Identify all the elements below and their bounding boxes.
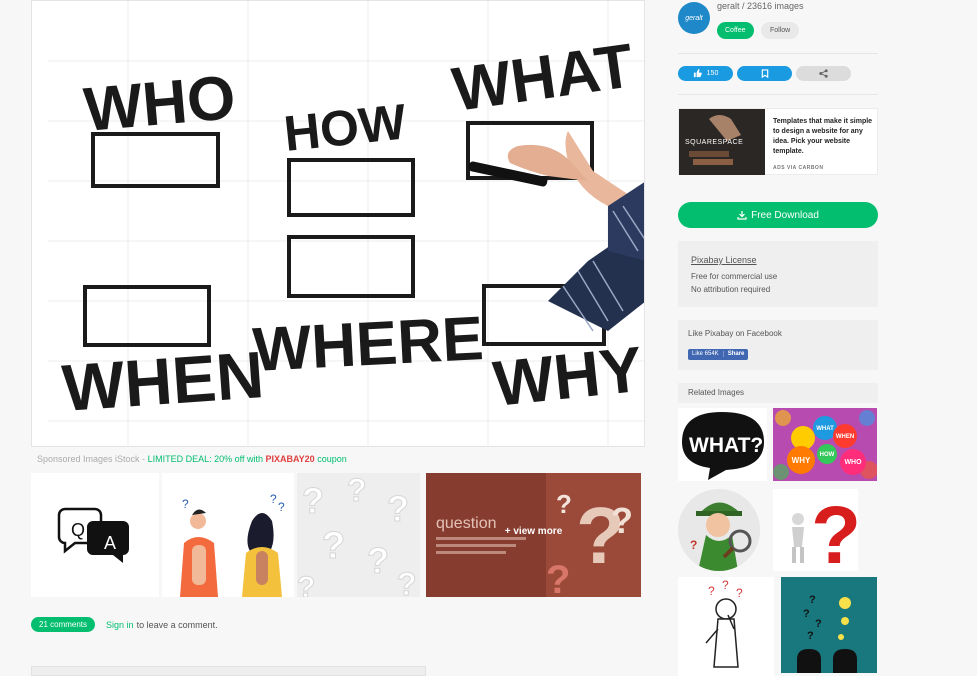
svg-text:?: ? [297, 571, 315, 597]
thumb-question-marks-white[interactable]: ??? ??? ? [297, 473, 420, 597]
svg-text:?: ? [270, 492, 277, 506]
related-image-stick-figure[interactable]: ??? [678, 577, 774, 676]
facebook-title: Like Pixabay on Facebook [688, 329, 782, 338]
bookmark-icon [761, 69, 768, 78]
word-when: WHEN [60, 337, 266, 425]
deal-link[interactable]: LIMITED DEAL: 20% off with [148, 454, 263, 464]
svg-text:?: ? [807, 630, 814, 642]
svg-text:?: ? [278, 500, 285, 514]
coupon-code[interactable]: PIXABAY20 [265, 454, 314, 464]
svg-text:?: ? [397, 566, 417, 597]
coupon-suffix[interactable]: coupon [317, 454, 347, 464]
svg-text:?: ? [690, 538, 697, 552]
facebook-box: Like Pixabay on Facebook Like 654K Share [678, 320, 878, 370]
share-button[interactable] [796, 66, 851, 81]
ad-via[interactable]: ADS VIA CARBON [773, 165, 823, 171]
save-button[interactable] [737, 66, 792, 81]
facebook-like-button[interactable]: Like 654K Share [688, 348, 749, 360]
detective-cartoon: ? [678, 489, 760, 571]
silhouettes-question-lightbulb: ???? [781, 577, 877, 673]
license-line-attribution: No attribution required [691, 285, 771, 294]
page: WHO HOW WHAT WHEN WHERE WHY Sponsored Im… [0, 0, 977, 676]
comments-count-badge[interactable]: 21 comments [31, 617, 96, 632]
related-image-3d-figure-question[interactable]: ? [773, 489, 858, 571]
thumbs-up-icon [693, 69, 702, 78]
related-image-what-bubble[interactable]: WHAT? [678, 408, 767, 481]
like-button[interactable]: 150 [678, 66, 733, 81]
thumb-qa-icon[interactable]: Q A [31, 473, 159, 597]
related-images-title: Related Images [678, 383, 878, 403]
ad-image: SQUARESPACE [679, 109, 765, 175]
license-box: Pixabay License Free for commercial use … [678, 241, 878, 307]
free-download-label: Free Download [751, 209, 819, 221]
sponsored-prefix: Sponsored Images iStock - [37, 454, 146, 464]
word-where: WHERE [251, 304, 485, 385]
svg-text:?: ? [809, 594, 816, 606]
coffee-button[interactable]: Coffee [717, 22, 754, 39]
author-avatar[interactable]: geralt [678, 2, 710, 34]
question-marks-pattern: ??? ??? ? [297, 473, 420, 597]
like-count: 150 [706, 70, 719, 77]
sponsored-line: Sponsored Images iStock - LIMITED DEAL: … [37, 454, 347, 464]
thumb-view-more[interactable]: question ? ? ? ? + view more [426, 473, 641, 597]
ad-text: Templates that make it simple to design … [773, 118, 873, 155]
avatar-text: geralt [685, 14, 703, 22]
svg-text:?: ? [302, 480, 324, 521]
svg-text:?: ? [387, 488, 409, 529]
bubble-when: WHEN [836, 434, 854, 440]
related-image-colorful-bubbles[interactable]: WHAT WHEN WHY HOW WHO [773, 408, 877, 481]
svg-text:?: ? [815, 618, 822, 630]
svg-text:?: ? [811, 490, 858, 571]
qa-icon: Q A [57, 507, 129, 563]
facebook-like-label: Like 654K [692, 351, 719, 357]
comment-note: to leave a comment. [136, 619, 218, 630]
license-link[interactable]: Pixabay License [691, 255, 865, 265]
what-speech-bubble: WHAT? [682, 412, 764, 480]
svg-text:?: ? [367, 540, 389, 581]
download-icon [737, 211, 747, 220]
figure-red-question-mark: ? [792, 490, 858, 571]
bubble-why: WHY [792, 456, 811, 465]
main-image[interactable]: WHO HOW WHAT WHEN WHERE WHY [31, 0, 645, 447]
bubble-how: HOW [820, 452, 835, 458]
qa-q: Q [71, 520, 85, 540]
license-line-commercial: Free for commercial use [691, 272, 778, 281]
what-bubble-text: WHAT? [689, 434, 763, 457]
thinking-people-illustration: ??? [180, 492, 285, 597]
svg-text:?: ? [556, 489, 572, 519]
comments-row: 21 comments Sign in to leave a comment. [31, 617, 218, 632]
question-words-illustration: WHO HOW WHAT WHEN WHERE WHY [48, 1, 644, 446]
share-icon [819, 69, 828, 78]
svg-text:?: ? [347, 473, 367, 508]
follow-button[interactable]: Follow [761, 22, 800, 39]
stick-figure-confused: ??? [705, 578, 743, 668]
bubble-who: WHO [844, 459, 862, 466]
qa-a: A [104, 533, 116, 553]
ad-brand: SQUARESPACE [685, 139, 744, 146]
colorful-question-bubbles: WHAT WHEN WHY HOW WHO [773, 408, 877, 481]
sign-in-link[interactable]: Sign in [106, 620, 134, 630]
svg-text:?: ? [736, 586, 743, 600]
svg-text:?: ? [803, 608, 810, 620]
related-image-heads-bulbs[interactable]: ???? [781, 577, 877, 673]
thumb-thinking-people[interactable]: ??? [162, 473, 294, 597]
svg-text:?: ? [322, 525, 345, 567]
svg-text:?: ? [708, 584, 715, 598]
view-more-label[interactable]: + view more [426, 526, 641, 537]
bubble-what: WHAT [816, 426, 834, 432]
free-download-button[interactable]: Free Download [678, 202, 878, 228]
svg-text:?: ? [722, 578, 729, 592]
svg-text:?: ? [546, 558, 570, 597]
divider [678, 53, 878, 54]
facebook-share-label[interactable]: Share [722, 351, 744, 357]
author-name[interactable]: geralt / 23616 images [717, 1, 804, 11]
svg-text:?: ? [182, 497, 189, 511]
related-image-detective[interactable]: ? [678, 489, 760, 571]
comment-input[interactable] [31, 666, 426, 676]
carbon-ad[interactable]: SQUARESPACE Templates that make it simpl… [678, 108, 878, 175]
divider [678, 94, 878, 95]
